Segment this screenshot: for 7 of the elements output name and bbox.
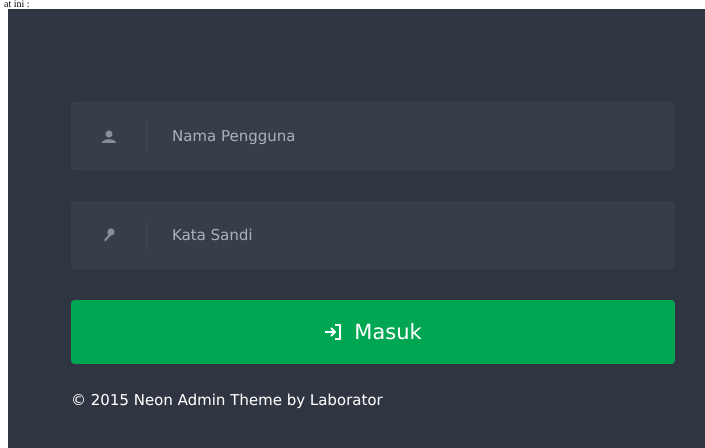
user-icon	[102, 130, 116, 142]
input-field[interactable]: Nama Pengguna	[71, 102, 675, 170]
login-button[interactable]: Masuk	[71, 300, 675, 364]
key-icon	[102, 228, 114, 242]
input-field[interactable]: Kata Sandi	[71, 201, 675, 269]
caption-text: at ini :	[4, 0, 30, 9]
footer-text: © 2015 Neon Admin Theme by Laborator	[71, 391, 384, 409]
